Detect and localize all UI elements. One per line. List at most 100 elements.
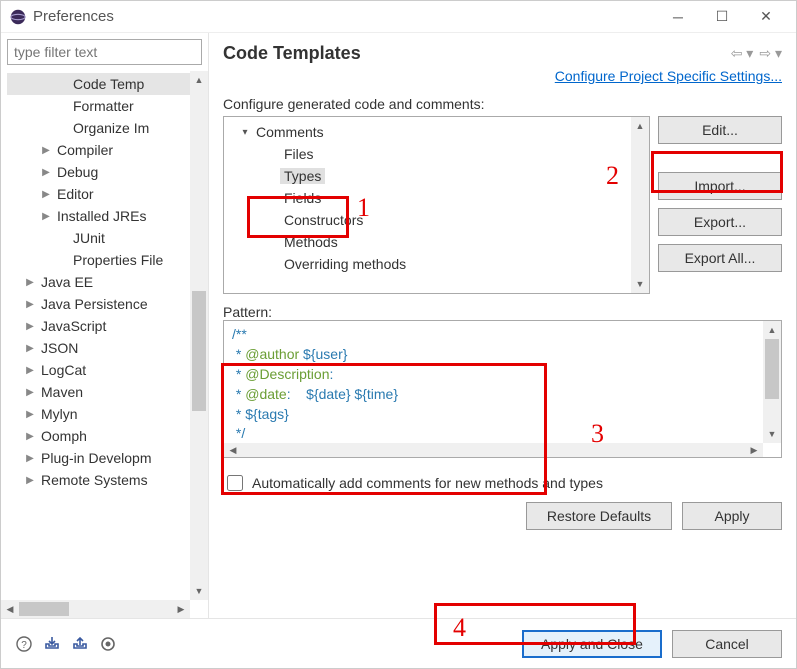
- sidebar-item-label: Formatter: [69, 98, 138, 114]
- import-button[interactable]: Import...: [658, 172, 782, 200]
- scroll-thumb[interactable]: [19, 602, 69, 616]
- template-item[interactable]: Overriding methods: [230, 253, 625, 275]
- page-heading: Code Templates: [223, 43, 361, 64]
- template-item[interactable]: Constructors: [230, 209, 625, 231]
- auto-comments-checkbox[interactable]: [227, 475, 243, 491]
- scroll-thumb[interactable]: [192, 291, 206, 411]
- scroll-right-icon[interactable]: ▶: [745, 443, 763, 457]
- expand-icon: ▶: [39, 167, 53, 178]
- template-item-label: Methods: [280, 234, 342, 250]
- minimize-button[interactable]: ─: [656, 2, 700, 32]
- export-button[interactable]: Export...: [658, 208, 782, 236]
- export-prefs-icon[interactable]: [71, 635, 89, 653]
- expand-icon: ▶: [23, 299, 37, 310]
- sidebar-item[interactable]: ▶Oomph: [7, 425, 190, 447]
- titlebar: Preferences ─ ☐ ✕: [1, 1, 796, 33]
- scroll-thumb[interactable]: [765, 339, 779, 399]
- sidebar-item[interactable]: ▶Installed JREs: [7, 205, 190, 227]
- sidebar-item[interactable]: JUnit: [7, 227, 190, 249]
- sidebar-item[interactable]: ▶LogCat: [7, 359, 190, 381]
- templates-vscroll[interactable]: ▲ ▼: [631, 117, 649, 293]
- export-all-button[interactable]: Export All...: [658, 244, 782, 272]
- sidebar-vscroll[interactable]: ▲ ▼: [190, 71, 208, 600]
- pattern-textarea[interactable]: /** * @author ${user} * @Description: * …: [223, 320, 782, 458]
- edit-button[interactable]: Edit...: [658, 116, 782, 144]
- scroll-up-icon[interactable]: ▲: [190, 71, 208, 89]
- window-title: Preferences: [33, 8, 656, 25]
- sidebar-item-label: Oomph: [37, 428, 91, 444]
- sidebar-item[interactable]: Code Temp: [7, 73, 190, 95]
- sidebar-item-label: Installed JREs: [53, 208, 150, 224]
- sidebar-item[interactable]: Formatter: [7, 95, 190, 117]
- sidebar-item[interactable]: Properties File: [7, 249, 190, 271]
- sidebar-item-label: Editor: [53, 186, 98, 202]
- templates-tree[interactable]: ▾CommentsFilesTypesFieldsConstructorsMet…: [223, 116, 650, 294]
- auto-comments-label: Automatically add comments for new metho…: [252, 475, 603, 491]
- sidebar-item[interactable]: ▶Remote Systems: [7, 469, 190, 491]
- expand-icon: ▶: [39, 145, 53, 156]
- sidebar-hscroll[interactable]: ◀ ▶: [1, 600, 190, 618]
- apply-button[interactable]: Apply: [682, 502, 782, 530]
- dialog-footer: ? Apply and Close Cancel: [1, 618, 796, 668]
- sidebar: Code Temp Formatter Organize Im▶Compiler▶D…: [1, 33, 209, 618]
- pattern-hscroll[interactable]: ◀ ▶: [224, 443, 763, 457]
- templates-label: Configure generated code and comments:: [223, 96, 782, 112]
- sidebar-item[interactable]: ▶Java Persistence: [7, 293, 190, 315]
- sidebar-item-label: JavaScript: [37, 318, 110, 334]
- template-item[interactable]: Types: [230, 165, 625, 187]
- sidebar-item[interactable]: ▶Compiler: [7, 139, 190, 161]
- template-item-label: Comments: [252, 124, 328, 140]
- expand-icon: ▶: [39, 189, 53, 200]
- template-item-label: Types: [280, 168, 325, 184]
- sidebar-item-label: Code Temp: [69, 76, 148, 92]
- sidebar-item-label: Remote Systems: [37, 472, 152, 488]
- scroll-right-icon[interactable]: ▶: [172, 600, 190, 618]
- restore-defaults-button[interactable]: Restore Defaults: [526, 502, 672, 530]
- apply-and-close-button[interactable]: Apply and Close: [522, 630, 662, 658]
- sidebar-item[interactable]: ▶Debug: [7, 161, 190, 183]
- sidebar-item[interactable]: ▶Editor: [7, 183, 190, 205]
- filter-input[interactable]: [7, 39, 202, 65]
- sidebar-item-label: Java Persistence: [37, 296, 152, 312]
- nav-back-icon[interactable]: ⇦ ▾: [731, 45, 754, 62]
- scroll-up-icon[interactable]: ▲: [631, 117, 649, 135]
- sidebar-item[interactable]: Organize Im: [7, 117, 190, 139]
- eclipse-icon: [9, 8, 27, 26]
- expand-icon: ▶: [23, 321, 37, 332]
- import-prefs-icon[interactable]: [43, 635, 61, 653]
- template-item[interactable]: Files: [230, 143, 625, 165]
- cancel-button[interactable]: Cancel: [672, 630, 782, 658]
- expand-icon: ▶: [23, 475, 37, 486]
- expand-icon: ▾: [238, 127, 252, 138]
- sidebar-item[interactable]: ▶JSON: [7, 337, 190, 359]
- sidebar-item-label: JSON: [37, 340, 82, 356]
- configure-project-link[interactable]: Configure Project Specific Settings...: [555, 68, 782, 84]
- nav-fwd-icon[interactable]: ⇨ ▾: [759, 45, 782, 62]
- help-icon[interactable]: ?: [15, 635, 33, 653]
- template-item[interactable]: Methods: [230, 231, 625, 253]
- sidebar-item-label: Maven: [37, 384, 87, 400]
- sidebar-item[interactable]: ▶Plug-in Developm: [7, 447, 190, 469]
- sidebar-item-label: Mylyn: [37, 406, 82, 422]
- template-item[interactable]: Fields: [230, 187, 625, 209]
- record-icon[interactable]: [99, 635, 117, 653]
- scroll-down-icon[interactable]: ▼: [631, 275, 649, 293]
- template-item-label: Overriding methods: [280, 256, 410, 272]
- template-item[interactable]: ▾Comments: [230, 121, 625, 143]
- sidebar-item[interactable]: ▶Mylyn: [7, 403, 190, 425]
- scroll-down-icon[interactable]: ▼: [190, 582, 208, 600]
- maximize-button[interactable]: ☐: [700, 2, 744, 32]
- scroll-up-icon[interactable]: ▲: [763, 321, 781, 339]
- sidebar-item[interactable]: ▶Maven: [7, 381, 190, 403]
- close-button[interactable]: ✕: [744, 2, 788, 32]
- scroll-left-icon[interactable]: ◀: [1, 600, 19, 618]
- sidebar-item[interactable]: ▶Java EE: [7, 271, 190, 293]
- sidebar-item[interactable]: ▶JavaScript: [7, 315, 190, 337]
- preferences-tree[interactable]: Code Temp Formatter Organize Im▶Compiler▶D…: [1, 71, 190, 600]
- main-panel: Code Templates ⇦ ▾ ⇨ ▾ Configure Project…: [209, 33, 796, 618]
- sidebar-item-label: Properties File: [69, 252, 167, 268]
- scroll-down-icon[interactable]: ▼: [763, 425, 781, 443]
- scroll-left-icon[interactable]: ◀: [224, 443, 242, 457]
- expand-icon: ▶: [23, 343, 37, 354]
- pattern-vscroll[interactable]: ▲ ▼: [763, 321, 781, 443]
